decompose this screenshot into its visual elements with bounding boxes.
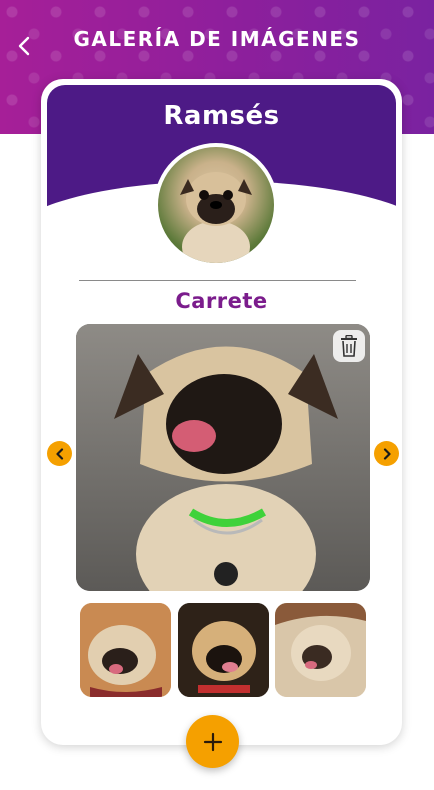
pug-tongue-out-photo (76, 324, 370, 591)
pug-avatar-photo (158, 147, 274, 263)
pug-thumbnail-3 (275, 603, 366, 697)
avatar (154, 143, 278, 267)
section-title: Carrete (175, 289, 268, 313)
thumbnail-2[interactable] (178, 603, 269, 697)
page-title: GALERÍA DE IMÁGENES (73, 27, 361, 51)
pet-gallery-card: Ramsés Carrete (41, 79, 402, 745)
pet-name: Ramsés (163, 101, 280, 131)
thumbnail-1[interactable] (80, 603, 171, 697)
chevron-left-icon (55, 447, 63, 460)
pug-thumbnail-2 (178, 603, 269, 697)
previous-photo-button[interactable] (47, 441, 72, 466)
main-photo[interactable] (76, 324, 370, 591)
plus-icon (203, 732, 222, 751)
chevron-right-icon (383, 447, 391, 460)
add-photo-button[interactable] (186, 715, 239, 768)
pug-thumbnail-1 (80, 603, 171, 697)
divider (79, 280, 356, 281)
next-photo-button[interactable] (374, 441, 399, 466)
trash-icon (341, 335, 357, 357)
delete-photo-button[interactable] (333, 330, 365, 362)
thumbnail-3[interactable] (275, 603, 366, 697)
